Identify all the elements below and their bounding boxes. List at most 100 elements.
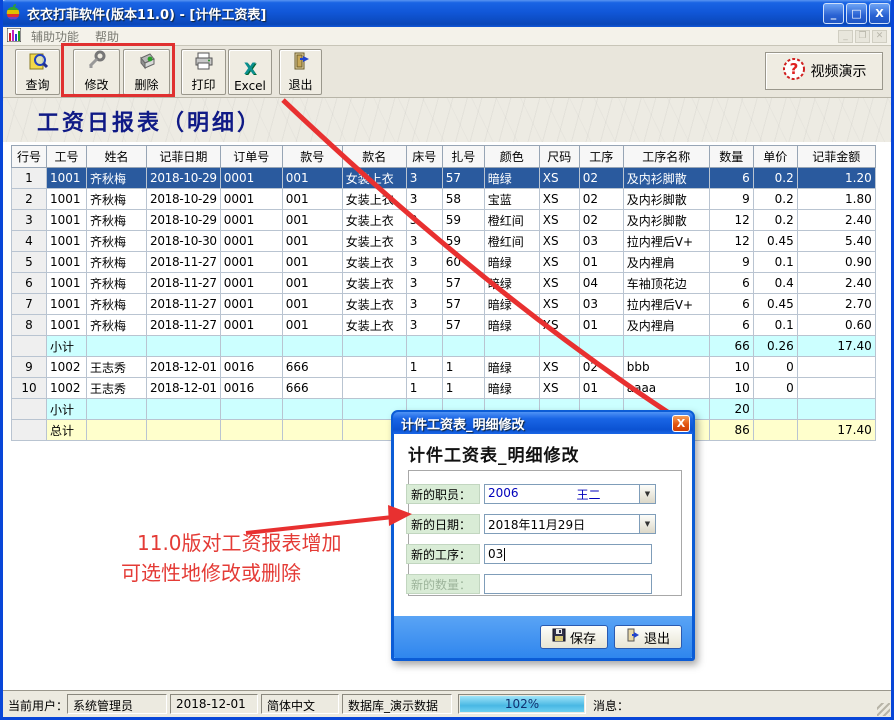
table-cell[interactable]: 1 (442, 357, 484, 378)
table-cell[interactable]: 2018-12-01 (147, 357, 221, 378)
table-cell[interactable]: 橙红间 (484, 231, 539, 252)
table-cell[interactable] (342, 336, 406, 357)
table-cell[interactable]: 10 (709, 378, 753, 399)
table-cell[interactable]: 暗绿 (484, 273, 539, 294)
table-cell[interactable]: 9 (709, 189, 753, 210)
table-cell[interactable]: 6 (709, 294, 753, 315)
table-cell[interactable]: 齐秋梅 (87, 252, 147, 273)
table-cell[interactable]: 3 (406, 273, 442, 294)
table-cell[interactable]: 6 (709, 168, 753, 189)
table-cell[interactable]: 001 (282, 168, 342, 189)
table-cell[interactable]: 0.26 (753, 336, 797, 357)
table-cell[interactable]: 暗绿 (484, 294, 539, 315)
table-cell[interactable]: 2.70 (797, 294, 875, 315)
table-cell[interactable]: 001 (282, 189, 342, 210)
table-cell[interactable]: 20 (709, 399, 753, 420)
table-cell[interactable]: 3 (406, 168, 442, 189)
table-cell[interactable]: XS (539, 168, 579, 189)
table-cell[interactable]: 58 (442, 189, 484, 210)
table-cell[interactable]: 1 (406, 357, 442, 378)
table-cell[interactable] (220, 399, 282, 420)
column-header[interactable]: 款名 (342, 146, 406, 168)
table-cell[interactable]: 57 (442, 315, 484, 336)
chevron-down-icon[interactable]: ▼ (639, 515, 655, 533)
table-cell[interactable]: 6 (12, 273, 47, 294)
column-header[interactable]: 工号 (47, 146, 87, 168)
column-header[interactable]: 扎号 (442, 146, 484, 168)
table-cell[interactable]: 小计 (47, 399, 87, 420)
table-cell[interactable]: 及内裡肩 (623, 315, 709, 336)
menu-item-assist[interactable]: 辅助功能 (23, 28, 87, 45)
table-cell[interactable]: XS (539, 252, 579, 273)
table-cell[interactable]: 2018-11-27 (147, 315, 221, 336)
table-cell[interactable]: 2018-11-27 (147, 294, 221, 315)
table-cell[interactable] (539, 336, 579, 357)
table-cell[interactable]: 及内衫脚散 (623, 168, 709, 189)
table-cell[interactable]: 0001 (220, 315, 282, 336)
table-cell[interactable]: 2018-10-29 (147, 168, 221, 189)
table-cell[interactable]: 0 (753, 357, 797, 378)
column-header[interactable]: 床号 (406, 146, 442, 168)
table-cell[interactable]: 1.80 (797, 189, 875, 210)
table-cell[interactable] (342, 357, 406, 378)
table-cell[interactable]: 女装上衣 (342, 294, 406, 315)
table-cell[interactable]: XS (539, 273, 579, 294)
column-header[interactable]: 姓名 (87, 146, 147, 168)
table-cell[interactable]: 0001 (220, 189, 282, 210)
table-cell[interactable] (147, 399, 221, 420)
maximize-button[interactable]: □ (846, 3, 867, 24)
table-cell[interactable]: 02 (579, 210, 623, 231)
table-cell[interactable]: 1001 (47, 273, 87, 294)
table-cell[interactable]: 1002 (47, 357, 87, 378)
video-demo-button[interactable]: ? 视频演示 (765, 52, 883, 90)
table-cell[interactable]: 0001 (220, 252, 282, 273)
table-cell[interactable]: 齐秋梅 (87, 273, 147, 294)
table-cell[interactable]: 01 (579, 378, 623, 399)
table-cell[interactable]: 拉内裡后V+ (623, 231, 709, 252)
table-cell[interactable]: 女装上衣 (342, 189, 406, 210)
column-header[interactable]: 尺码 (539, 146, 579, 168)
table-cell[interactable]: 666 (282, 357, 342, 378)
table-cell[interactable]: 001 (282, 231, 342, 252)
minimize-button[interactable]: _ (823, 3, 844, 24)
table-cell[interactable] (220, 420, 282, 441)
table-cell[interactable]: 7 (12, 294, 47, 315)
mdi-close-icon[interactable]: ✕ (872, 30, 887, 43)
menu-item-help[interactable]: 帮助 (87, 28, 127, 45)
column-header[interactable]: 数量 (709, 146, 753, 168)
table-cell[interactable]: 齐秋梅 (87, 168, 147, 189)
table-cell[interactable]: 齐秋梅 (87, 231, 147, 252)
dialog-exit-button[interactable]: 退出 (614, 625, 682, 649)
table-cell[interactable]: 3 (406, 315, 442, 336)
table-cell[interactable]: 女装上衣 (342, 315, 406, 336)
table-cell[interactable]: 3 (406, 189, 442, 210)
table-cell[interactable]: 齐秋梅 (87, 210, 147, 231)
table-cell[interactable]: 2.40 (797, 210, 875, 231)
table-cell[interactable]: 03 (579, 231, 623, 252)
table-cell[interactable]: 女装上衣 (342, 231, 406, 252)
table-cell[interactable] (12, 420, 47, 441)
table-cell[interactable]: 齐秋梅 (87, 315, 147, 336)
table-cell[interactable] (87, 399, 147, 420)
table-cell[interactable] (147, 336, 221, 357)
table-cell[interactable]: 1001 (47, 210, 87, 231)
table-cell[interactable]: 86 (709, 420, 753, 441)
table-cell[interactable]: 12 (709, 231, 753, 252)
table-cell[interactable] (87, 336, 147, 357)
table-cell[interactable]: 03 (579, 294, 623, 315)
table-cell[interactable]: 4 (12, 231, 47, 252)
table-cell[interactable]: XS (539, 189, 579, 210)
table-cell[interactable]: 666 (282, 378, 342, 399)
chevron-down-icon[interactable]: ▼ (639, 485, 655, 503)
table-cell[interactable]: XS (539, 294, 579, 315)
table-cell[interactable]: 0016 (220, 357, 282, 378)
table-cell[interactable] (282, 420, 342, 441)
excel-button[interactable]: X Excel (228, 49, 272, 95)
table-cell[interactable]: 57 (442, 294, 484, 315)
table-cell[interactable]: 9 (12, 357, 47, 378)
table-cell[interactable]: 0001 (220, 273, 282, 294)
table-cell[interactable] (147, 420, 221, 441)
table-cell[interactable] (220, 336, 282, 357)
table-cell[interactable]: 3 (406, 252, 442, 273)
table-cell[interactable]: 17.40 (797, 336, 875, 357)
